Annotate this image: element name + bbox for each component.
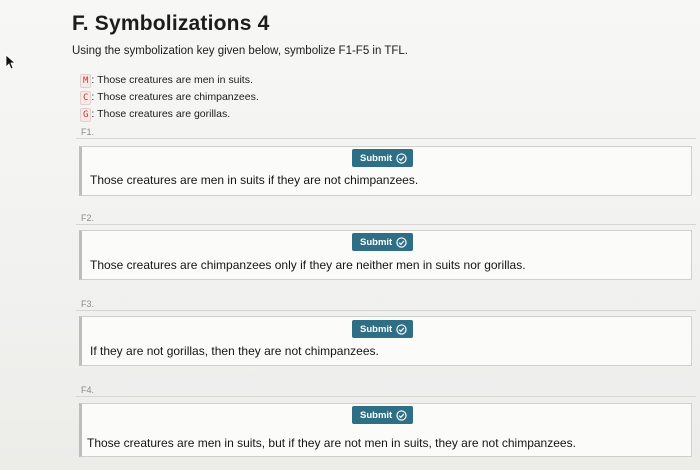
question-f4: F4. Submit Those creatures are men in su… [76,382,696,462]
instructions-text: Using the symbolization key given below,… [72,45,408,57]
check-circle-icon [396,409,407,421]
key-meaning: : Those creatures are chimpanzees. [91,91,259,103]
check-circle-icon [396,236,407,248]
submit-button[interactable]: Submit [352,320,414,338]
mouse-pointer-icon [5,54,15,70]
key-row-m: M: Those creatures are men in suits. [80,72,259,89]
answer-box: Submit Those creatures are men in suits,… [79,403,692,457]
question-prompt: Those creatures are men in suits if they… [90,173,419,187]
key-letter: M [80,74,92,88]
key-letter: G [80,108,92,122]
check-circle-icon [396,323,407,335]
divider [76,396,696,397]
submit-label: Submit [360,409,393,421]
submit-button[interactable]: Submit [352,233,414,251]
divider [76,224,696,225]
answer-box: Submit Those creatures are men in suits … [79,146,692,196]
answer-box: Submit Those creatures are chimpanzees o… [79,230,692,280]
key-letter: C [80,91,92,105]
submit-button[interactable]: Submit [352,149,414,167]
key-row-g: G: Those creatures are gorillas. [80,106,259,123]
key-row-c: C: Those creatures are chimpanzees. [80,89,259,106]
question-prompt: Those creatures are men in suits, but if… [87,436,576,450]
exercise-page: F. Symbolizations 4 Using the symbolizat… [0,0,700,470]
question-label: F3. [81,299,95,309]
page-title: F. Symbolizations 4 [72,12,270,35]
question-prompt: If they are not gorillas, then they are … [90,344,379,358]
check-circle-icon [396,152,407,164]
submit-label: Submit [360,323,393,335]
question-label: F2. [81,213,95,223]
question-prompt: Those creatures are chimpanzees only if … [90,258,526,272]
key-meaning: : Those creatures are gorillas. [91,108,231,120]
divider [76,138,696,139]
question-f1: F1. Submit Those creatures are men in su… [76,124,696,198]
answer-box: Submit If they are not gorillas, then th… [79,316,692,366]
submit-label: Submit [360,152,393,164]
submit-label: Submit [360,236,393,248]
question-label: F1. [81,127,95,137]
submit-button[interactable]: Submit [352,406,414,424]
key-meaning: : Those creatures are men in suits. [91,74,253,86]
question-f2: F2. Submit Those creatures are chimpanze… [76,210,696,284]
divider [76,310,696,311]
question-f3: F3. Submit If they are not gorillas, the… [76,296,696,370]
symbolization-key: M: Those creatures are men in suits. C: … [80,72,259,123]
question-label: F4. [81,385,95,395]
